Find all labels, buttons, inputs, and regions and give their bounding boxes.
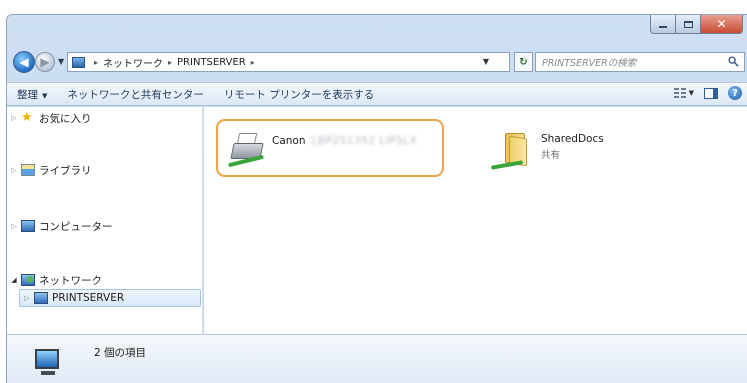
change-view-button[interactable]: ▼ [673, 88, 694, 98]
refresh-icon: ↻ [519, 56, 528, 68]
network-printer-icon [228, 129, 268, 168]
details-pane: 2 個の項目 [7, 334, 747, 383]
computer-icon [21, 220, 35, 232]
maximize-button[interactable] [676, 15, 701, 34]
chevron-down-icon: ▼ [688, 89, 694, 97]
command-bar-right: ▼ ? [673, 86, 742, 100]
sidebar-item-label: PRINTSERVER [52, 292, 125, 304]
expand-arrow-icon[interactable]: ▷ [7, 222, 21, 230]
printer-name: Canon LBP251352 LIPSLX [272, 135, 417, 147]
shared-folder-icon [490, 131, 531, 171]
organize-menu[interactable]: 整理 ▼ [7, 87, 57, 102]
close-icon: ✕ [716, 17, 727, 31]
expand-arrow-icon[interactable]: ▷ [7, 114, 21, 122]
magnifier-icon[interactable] [728, 56, 739, 67]
close-button[interactable]: ✕ [701, 15, 743, 34]
arrow-left-icon: ◀ [19, 55, 29, 69]
expand-arrow-icon[interactable]: ▷ [7, 166, 21, 174]
command-bar: 整理 ▼ ネットワークと共有センター リモート プリンターを表示する ▼ ? [7, 82, 747, 106]
caption-buttons: ✕ [650, 15, 743, 34]
breadcrumb-printserver[interactable]: PRINTSERVER [177, 57, 246, 68]
address-row: ◀ ▶ ▼ ▸ ネットワーク ▸ PRINTSERVER ▸ ▼ ↻ PRINT… [7, 49, 747, 75]
sidebar-item-computer[interactable]: ▷ コンピューター [7, 217, 113, 235]
sidebar-item-label: お気に入り [39, 112, 92, 125]
folder-subtitle: 共有 [541, 150, 561, 161]
search-placeholder: PRINTSERVERの検索 [542, 58, 637, 69]
library-icon [21, 164, 35, 176]
sidebar-item-label: ライブラリ [39, 164, 92, 177]
minimize-button[interactable] [650, 15, 676, 34]
sidebar-item-favorites[interactable]: ▷ ★ お気に入り [7, 109, 92, 127]
navigation-pane: ▷ ★ お気に入り ▷ ライブラリ ▷ コンピューター ◢ ネットワーク ▷ P… [7, 107, 203, 334]
preview-pane-icon[interactable] [704, 87, 718, 99]
back-button[interactable]: ◀ [13, 51, 35, 73]
refresh-button[interactable]: ↻ [514, 52, 533, 72]
sidebar-item-label: コンピューター [39, 220, 113, 233]
network-computer-icon [29, 345, 67, 379]
arrow-right-icon: ▶ [40, 55, 50, 69]
network-icon [21, 274, 35, 286]
network-location-icon [72, 56, 85, 68]
help-icon[interactable]: ? [728, 86, 742, 100]
printer-brand: Canon [272, 135, 306, 147]
server-icon [34, 292, 48, 304]
sidebar-item-network[interactable]: ◢ ネットワーク [7, 271, 102, 289]
address-bar[interactable]: ▸ ネットワーク ▸ PRINTSERVER ▸ ▼ [67, 52, 510, 72]
network-center-button[interactable]: ネットワークと共有センター [57, 87, 214, 102]
folder-item-shareddocs[interactable]: SharedDocs 共有 [490, 131, 641, 181]
breadcrumb-separator: ▸ [250, 57, 255, 67]
breadcrumb-separator: ▸ [168, 57, 173, 67]
breadcrumb-separator: ▸ [94, 57, 99, 67]
sidebar-item-printserver[interactable]: ▷ PRINTSERVER [19, 289, 201, 307]
folder-name: SharedDocs [541, 133, 604, 145]
folder-text: SharedDocs 共有 [541, 133, 604, 161]
organize-label: 整理 [17, 88, 38, 101]
sidebar-item-libraries[interactable]: ▷ ライブラリ [7, 161, 92, 179]
file-list: Canon LBP251352 LIPSLX SharedDocs 共有 [204, 107, 747, 334]
recent-pages-dropdown[interactable]: ▼ [58, 57, 64, 66]
maximize-icon [683, 20, 693, 28]
search-input[interactable]: PRINTSERVERの検索 [535, 52, 745, 72]
expand-arrow-icon[interactable]: ▷ [20, 294, 34, 302]
star-icon: ★ [21, 110, 33, 125]
remote-printers-button[interactable]: リモート プリンターを表示する [214, 87, 384, 102]
collapse-arrow-icon[interactable]: ◢ [7, 276, 21, 284]
explorer-window: ✕ ◀ ▶ ▼ ▸ ネットワーク ▸ PRINTSERVER ▸ ▼ ↻ PRI… [6, 14, 747, 383]
views-icon [673, 88, 686, 98]
address-dropdown-icon[interactable]: ▼ [483, 57, 489, 66]
printer-item-canon[interactable]: Canon LBP251352 LIPSLX [216, 119, 444, 177]
sidebar-item-label: ネットワーク [39, 274, 102, 287]
breadcrumb-network[interactable]: ネットワーク [103, 55, 163, 70]
chevron-down-icon: ▼ [42, 91, 48, 100]
printer-model-obscured: LBP251352 LIPSLX [311, 135, 418, 147]
forward-button[interactable]: ▶ [35, 52, 55, 72]
minimize-icon [659, 25, 667, 28]
item-count: 2 個の項目 [94, 347, 147, 359]
